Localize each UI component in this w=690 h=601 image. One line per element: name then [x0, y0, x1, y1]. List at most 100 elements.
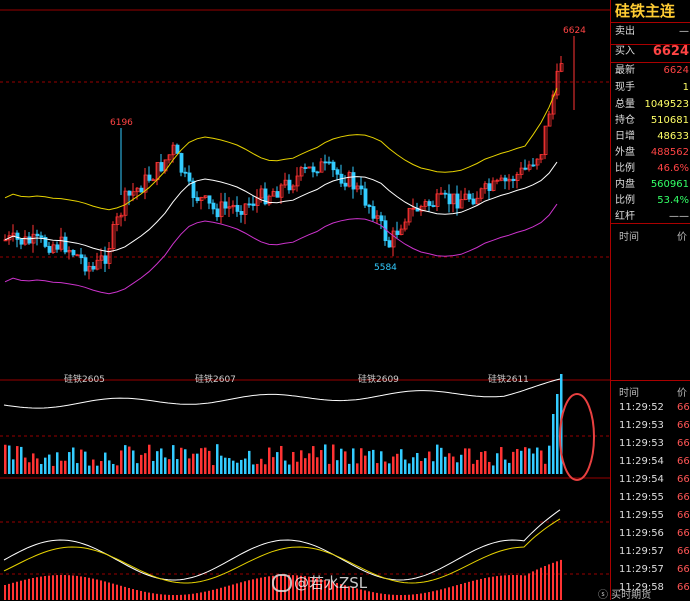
tick-row[interactable]: 11:29:54 662 [611, 472, 690, 487]
candle-body [159, 162, 164, 172]
macd-bar [200, 592, 202, 600]
macd-bar [232, 584, 234, 600]
quote-panel: 硅铁主连 卖出 — 买入 6624 最新 6624 现手 1 总量 1049523 持仓 510681… [610, 0, 690, 600]
macd-bar [36, 577, 38, 600]
tick-time: 11:29:57 [619, 546, 664, 557]
volume-bar [444, 456, 447, 474]
candle-body [103, 255, 108, 264]
tick-price: 662 [677, 564, 690, 575]
tick-price: 662 [677, 474, 690, 485]
quote-row: 内盘 560961 [613, 177, 690, 193]
candle-body [91, 265, 96, 270]
volume-bar [536, 447, 539, 474]
divider [611, 62, 690, 63]
quote-label: 内盘 [615, 179, 635, 190]
quote-row: 现手 1 [613, 80, 690, 96]
macd-bar [156, 593, 158, 600]
volume-bar [124, 445, 127, 474]
volume-bar [344, 451, 347, 474]
candle-body [211, 202, 216, 210]
macd-bar [56, 575, 58, 600]
volume-bar [132, 450, 135, 474]
volume-bar [492, 465, 495, 474]
candle-body [323, 161, 328, 164]
macd-bar [524, 575, 526, 600]
tick-row[interactable]: 11:29:57 662 [611, 544, 690, 559]
quote-row: 最新 6624 [613, 63, 690, 79]
volume-bar [412, 457, 415, 474]
tick-time: 11:29:57 [619, 564, 664, 575]
tick-row[interactable]: 11:29:55 662 [611, 508, 690, 523]
tick-price: 662 [677, 546, 690, 557]
macd-bar [80, 576, 82, 600]
macd-bar [244, 581, 246, 600]
quote-value: 53.4% [657, 195, 689, 206]
macd-bar [496, 576, 498, 600]
volume-bar [244, 458, 247, 474]
volume-bar [452, 456, 455, 474]
volume-bar [364, 455, 367, 474]
candle-body [35, 233, 40, 237]
volume-bar [228, 458, 231, 474]
candle-body [387, 240, 392, 248]
tick-row[interactable]: 11:29:54 662 [611, 454, 690, 469]
volume-bar [336, 460, 339, 474]
macd-bar [464, 582, 466, 600]
candle-body [179, 153, 184, 173]
macd-bar [528, 573, 530, 600]
volume-bar [236, 462, 239, 474]
volume-bar [532, 453, 535, 474]
volume-bar [52, 465, 55, 474]
candle-body [79, 254, 84, 259]
tick-price-header: 价 [677, 232, 687, 243]
tick-row[interactable]: 11:29:52 662 [611, 400, 690, 415]
volume-bar [280, 445, 283, 474]
contract-label-2605: 硅铁2605 [64, 375, 105, 385]
volume-bar [72, 447, 75, 474]
volume-bar [156, 451, 159, 474]
volume-bar [512, 451, 515, 474]
tick-row[interactable]: 11:29:57 662 [611, 562, 690, 577]
volume-bar [372, 449, 375, 474]
macd-bar [148, 592, 150, 600]
macd-bar [220, 587, 222, 600]
candle-body [19, 238, 24, 245]
quote-label: 持仓 [615, 115, 635, 126]
macd-bar [448, 587, 450, 600]
volume-bar [300, 450, 303, 474]
tick-row[interactable]: 11:29:56 662 [611, 526, 690, 541]
candle-body [287, 179, 292, 191]
quote-row: 总量 1049523 [613, 97, 690, 113]
candle-body [303, 167, 308, 169]
macd-bar [520, 575, 522, 600]
tick-row[interactable]: 11:29:53 662 [611, 436, 690, 451]
chart-area[interactable]: 6624 6196 5584 硅铁2605 硅铁2607 硅铁2609 硅铁26… [0, 0, 610, 600]
volume-bar [448, 453, 451, 474]
volume-bar [352, 448, 355, 474]
macd-bar [176, 594, 178, 600]
candle-body [443, 192, 448, 195]
volume-bar [116, 465, 119, 474]
macd-bar [544, 565, 546, 600]
macd-bar [408, 594, 410, 600]
macd-bar [268, 576, 270, 600]
candle-body [455, 193, 460, 209]
macd-bar [112, 583, 114, 600]
volume-bar [40, 463, 43, 474]
moving-average-line [4, 161, 558, 253]
macd-bar [452, 586, 454, 600]
tick-row[interactable]: 11:29:53 662 [611, 418, 690, 433]
volume-bar [376, 463, 379, 474]
kline-chart[interactable] [0, 0, 610, 600]
volume-bar [104, 452, 107, 474]
macd-bar [52, 575, 54, 600]
tick-time: 11:29:52 [619, 402, 664, 413]
tick-price: 662 [677, 528, 690, 539]
volume-bar [68, 452, 71, 474]
macd-bar [484, 578, 486, 600]
macd-bar [68, 575, 70, 600]
candle-body [27, 236, 32, 244]
tick-row[interactable]: 11:29:55 662 [611, 490, 690, 505]
volume-bar [140, 454, 143, 474]
candle-body [71, 250, 76, 256]
